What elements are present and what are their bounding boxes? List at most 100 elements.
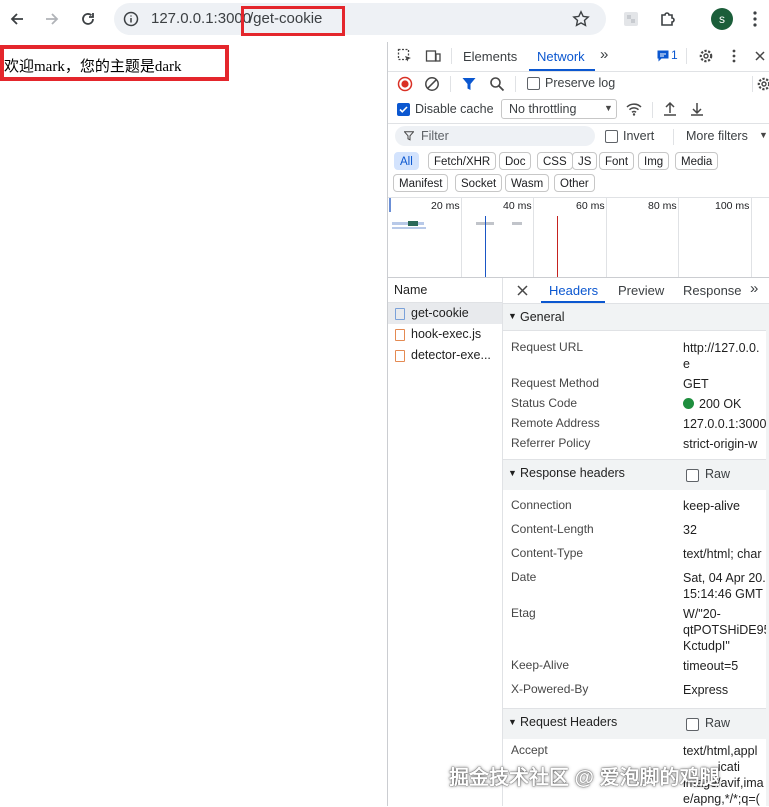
expand-triangle-icon[interactable]: ▼ — [508, 468, 517, 478]
search-icon[interactable] — [489, 76, 505, 92]
divider — [686, 48, 687, 64]
header-key: Request URL — [511, 340, 584, 354]
network-conditions-wifi-icon[interactable] — [625, 101, 643, 117]
expand-triangle-icon[interactable]: ▼ — [508, 311, 517, 321]
close-details-icon[interactable] — [517, 285, 528, 296]
chip-socket[interactable]: Socket — [455, 174, 503, 192]
timeline-gridline — [533, 198, 534, 277]
chevron-down-icon: ▼ — [759, 130, 768, 140]
more-tabs-chevron-icon[interactable]: » — [600, 46, 608, 63]
request-name: get-cookie — [411, 306, 469, 320]
request-row[interactable]: detector-exe... — [388, 345, 502, 366]
page-text-highlight-annotation — [0, 45, 229, 81]
header-value: 127.0.0.1:3000 — [683, 417, 767, 431]
response-headers-title: Response headers — [520, 466, 625, 480]
divider — [652, 102, 653, 118]
preserve-log-checkbox[interactable] — [527, 77, 540, 90]
request-row[interactable]: hook-exec.js — [388, 324, 502, 345]
chip-fetch-xhr[interactable]: Fetch/XHR — [428, 152, 497, 170]
site-info-icon[interactable] — [122, 10, 140, 28]
header-value: strict-origin-w — [683, 437, 758, 451]
devtools-more-icon[interactable] — [732, 49, 736, 63]
resource-type-filter: All Fetch/XHR Doc CSS JS Font Img Media … — [388, 151, 769, 198]
close-devtools-icon[interactable] — [754, 50, 766, 62]
chip-font[interactable]: Font — [599, 152, 635, 170]
profile-avatar[interactable]: s — [711, 8, 733, 30]
settings-gear-icon[interactable] — [698, 48, 714, 64]
chip-doc[interactable]: Doc — [499, 152, 532, 170]
record-stop-icon[interactable] — [397, 76, 413, 92]
divider — [673, 129, 674, 145]
profile-initial: s — [719, 12, 725, 26]
tab-elements[interactable]: Elements — [463, 49, 517, 64]
header-key: Content-Type — [511, 546, 584, 560]
inspect-element-icon[interactable] — [397, 48, 413, 64]
chip-img[interactable]: Img — [638, 152, 670, 170]
header-value: timeout=5 — [683, 659, 739, 673]
header-key: Referrer Policy — [511, 436, 591, 450]
more-detail-tabs-chevron-icon[interactable]: » — [750, 280, 758, 297]
load-event-marker — [557, 216, 558, 277]
url-host: 127.0.0.1:3000 — [151, 10, 252, 27]
chip-manifest[interactable]: Manifest — [393, 174, 449, 192]
name-column-header[interactable]: Name — [394, 283, 427, 297]
chevron-down-icon: ▼ — [604, 103, 613, 113]
raw-response-headers-checkbox[interactable] — [686, 469, 699, 482]
general-section-title: General — [520, 310, 565, 324]
tab-headers[interactable]: Headers — [549, 283, 598, 298]
request-name: hook-exec.js — [411, 327, 482, 341]
expand-triangle-icon[interactable]: ▼ — [508, 717, 517, 727]
filter-input[interactable]: Filter — [395, 126, 595, 146]
extension-puzzle-faded-icon[interactable] — [622, 10, 640, 28]
chip-all[interactable]: All — [394, 152, 419, 170]
disable-cache-checkbox[interactable] — [397, 103, 410, 116]
divider — [450, 76, 451, 92]
throttling-select[interactable]: No throttling ▼ — [501, 99, 617, 119]
more-menu-icon[interactable] — [752, 10, 758, 28]
issues-count: 1 — [671, 48, 678, 62]
raw-label: Raw — [705, 716, 731, 730]
script-file-icon — [395, 329, 405, 341]
header-key: Content-Length — [511, 522, 594, 536]
timeline-handle[interactable] — [389, 198, 391, 212]
back-arrow-icon[interactable] — [7, 9, 27, 29]
header-value: Sat, 04 Apr 20. 15:14:46 GMT — [683, 571, 766, 601]
header-value: text/html; char — [683, 547, 762, 561]
network-toolbar-row2: Disable cache No throttling ▼ — [388, 97, 769, 124]
header-value: http://127.0.0. e — [683, 341, 760, 371]
dom-content-loaded-marker — [485, 216, 486, 277]
issues-message-icon[interactable] — [656, 49, 670, 63]
device-toolbar-icon[interactable] — [425, 48, 441, 64]
filter-row: Filter Invert More filters ▼ — [388, 124, 769, 150]
chip-other[interactable]: Other — [554, 174, 595, 192]
more-filters-button[interactable]: More filters — [686, 129, 748, 143]
network-settings-gear-icon[interactable] — [756, 76, 769, 92]
raw-request-headers-checkbox[interactable] — [686, 718, 699, 731]
bookmark-star-icon[interactable] — [572, 10, 590, 28]
forward-arrow-icon[interactable] — [42, 9, 62, 29]
extensions-icon[interactable] — [658, 9, 678, 29]
tab-response[interactable]: Response — [683, 283, 742, 298]
script-file-icon — [395, 350, 405, 362]
chip-js[interactable]: JS — [572, 152, 598, 170]
import-har-upload-icon[interactable] — [662, 101, 678, 117]
reload-icon[interactable] — [78, 9, 98, 29]
divider — [451, 48, 452, 64]
timeline-tick: 60 ms — [576, 200, 605, 212]
chip-css[interactable]: CSS — [537, 152, 573, 170]
header-key: Accept — [511, 743, 548, 757]
chip-media[interactable]: Media — [675, 152, 719, 170]
tab-network[interactable]: Network — [537, 49, 585, 64]
timeline-overview[interactable]: 20 ms 40 ms 60 ms 80 ms 100 ms — [388, 198, 769, 278]
export-har-download-icon[interactable] — [689, 101, 705, 117]
timeline-tick: 80 ms — [648, 200, 677, 212]
watermark-text: 掘金技术社区 @ 爱泡脚的鸡腿 — [449, 767, 720, 789]
clear-log-icon[interactable] — [424, 76, 440, 92]
filter-funnel-icon[interactable] — [461, 76, 477, 92]
header-value: keep-alive — [683, 499, 740, 513]
request-row-selected[interactable]: get-cookie — [388, 303, 502, 324]
tab-preview[interactable]: Preview — [618, 283, 664, 298]
filter-funnel-icon — [404, 131, 414, 141]
chip-wasm[interactable]: Wasm — [505, 174, 550, 192]
invert-checkbox[interactable] — [605, 130, 618, 143]
